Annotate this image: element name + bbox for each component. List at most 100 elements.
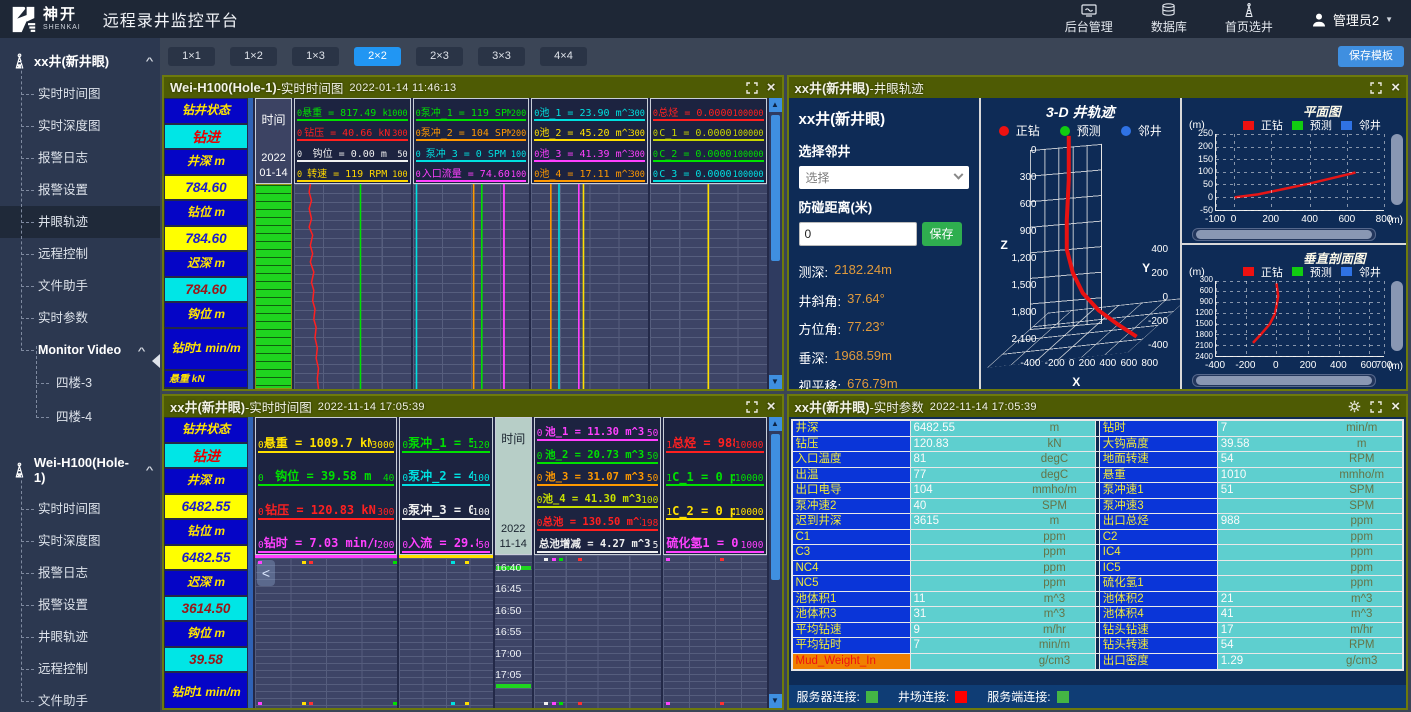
horizontal-scrollbar[interactable] <box>1192 228 1376 241</box>
close-icon[interactable]: × <box>767 399 776 414</box>
track-plot[interactable] <box>663 555 766 708</box>
track-plot[interactable] <box>650 184 767 389</box>
database-icon <box>1161 3 1176 17</box>
curve-label[interactable]: 0悬重 = 817.49 kN1000 <box>297 100 408 121</box>
sidebar-item-camera[interactable]: 四楼-3 <box>0 366 160 400</box>
time-tick: 16:40 <box>485 562 532 574</box>
nav-database[interactable]: 数据库 <box>1151 3 1187 35</box>
save-button[interactable]: 保存 <box>922 222 962 246</box>
track-plot[interactable] <box>531 184 648 389</box>
curve-label[interactable]: 0钻压 = 120.83 kN300 <box>258 486 394 520</box>
vertical-scrollbar[interactable]: ▲ ▼ <box>769 98 782 389</box>
curve-label[interactable]: 0池_1 = 23.90 m^3300 <box>534 100 645 121</box>
panel-header: xx井(新井眼) -井眼轨迹 × <box>789 77 1407 98</box>
curve-label[interactable]: 0入流 = 29.80 l/s50 <box>402 520 489 554</box>
grid-layout-button[interactable]: 1×3 <box>292 47 339 66</box>
track-plot[interactable]: < <box>255 558 397 708</box>
curve-label[interactable]: 0泵冲_1 = 119 SPM200 <box>416 100 527 121</box>
curve-label[interactable]: 0总烃 = 0.0000100000 <box>653 100 764 121</box>
curve-label[interactable]: 0转速 = 119 RPM100 <box>297 162 408 183</box>
curve-label[interactable]: 0C_3 = 0.0000100000 <box>653 162 764 183</box>
vertical-section-chart[interactable]: 垂直剖面图 (m) 正钻预测邻井 30060090012001500180021… <box>1182 245 1406 390</box>
track-plot[interactable] <box>413 184 530 389</box>
gear-icon[interactable] <box>1348 400 1361 413</box>
expand-icon[interactable] <box>1370 401 1382 413</box>
curve-label[interactable]: 0钻压 = 40.66 kN300 <box>297 121 408 142</box>
trajectory-3d-chart[interactable]: 3-D 井轨迹 正钻预测邻井 03006009001,2001,5001,800… <box>981 98 1181 389</box>
curve-label[interactable]: 0钩位 = 39.58 m40 <box>258 453 394 487</box>
curve-label[interactable]: 总池增减 = 4.27 m^35 <box>537 531 659 553</box>
parameter-label: 钻时1 min/m <box>165 673 247 708</box>
track-header: 0池_1 = 11.30 m^3500池_2 = 20.73 m^3500池_3… <box>534 417 662 555</box>
scrollbar-thumb[interactable] <box>771 434 780 580</box>
track-plot[interactable] <box>399 558 492 708</box>
horizontal-scrollbar[interactable] <box>1192 374 1376 387</box>
sidebar-item-monitor-video[interactable]: Monitor Video ^ <box>0 334 160 366</box>
curve-label[interactable]: 0入口流量 = 74.60100 <box>416 162 527 183</box>
expand-icon[interactable] <box>1370 82 1382 94</box>
vertical-scrollbar[interactable] <box>1391 134 1403 205</box>
grid-layout-button[interactable]: 1×1 <box>168 47 215 66</box>
param-value-cell: 120.83kN <box>911 437 1095 452</box>
curve-label[interactable]: 0池_2 = 45.20 m^3300 <box>534 121 645 142</box>
nav-home-well-select[interactable]: 首页选井 <box>1225 3 1273 35</box>
close-icon[interactable]: × <box>767 80 776 95</box>
curve-label[interactable]: 0总池 = 130.50 m^3198 <box>537 508 659 530</box>
scrollbar-thumb[interactable] <box>771 115 780 261</box>
track-header: 0悬重 = 817.49 kN10000钻压 = 40.66 kN3000钩位 … <box>294 98 411 184</box>
user-menu[interactable]: 管理员2 ▼ <box>1311 10 1393 29</box>
curve-label[interactable]: 0C_1 = 0.0000100000 <box>653 121 764 142</box>
vertical-scrollbar[interactable] <box>1391 281 1403 352</box>
curve-label[interactable]: 0池_3 = 41.39 m^3300 <box>534 141 645 162</box>
scroll-down-icon[interactable]: ▼ <box>769 694 782 708</box>
track-plot[interactable] <box>534 555 662 708</box>
param-value-cell: 81degC <box>911 452 1095 467</box>
save-template-button[interactable]: 保存模板 <box>1338 46 1404 67</box>
nav-backend-admin[interactable]: 后台管理 <box>1065 4 1113 35</box>
grid-layout-button[interactable]: 4×4 <box>540 47 587 66</box>
curve-label[interactable]: 硫化氢1 = 0 ppm1000 <box>666 520 763 554</box>
curve-label[interactable]: 0池_4 = 41.30 m^3100 <box>537 486 659 508</box>
sidebar-item-camera[interactable]: 四楼-4 <box>0 400 160 434</box>
offset-well-select[interactable]: 选择 <box>799 166 969 189</box>
curve-label[interactable]: 0泵冲_3 = 0 SPM100 <box>416 141 527 162</box>
sidebar-item[interactable]: 文件助手 <box>0 685 160 712</box>
close-icon[interactable]: × <box>1391 80 1400 95</box>
curve-label[interactable]: 0C_2 = 0.0000100000 <box>653 141 764 162</box>
close-icon[interactable]: × <box>1391 399 1400 414</box>
curve-label[interactable]: 0悬重 = 1009.7 kN3000 <box>258 419 394 453</box>
curve-label[interactable]: 0池_1 = 11.30 m^350 <box>537 419 659 441</box>
plan-view-chart[interactable]: 平面图 (m) 正钻预测邻井 250200150100500-50 <box>1182 98 1406 245</box>
curve-label[interactable]: 0钩位 = 0.00 m50 <box>297 141 408 162</box>
curve-label[interactable]: 1C_2 = 0 ppm10000 <box>666 486 763 520</box>
track-gas: 1总烃 = 988 ppm100001C_1 = 0 ppm100001C_2 … <box>663 417 766 708</box>
grid-layout-button[interactable]: 2×2 <box>354 47 401 66</box>
expand-icon[interactable] <box>746 401 758 413</box>
grid-layout-button[interactable]: 1×2 <box>230 47 277 66</box>
curve-label[interactable]: 0钻时 = 7.03 min/m200 <box>258 520 394 554</box>
curve-label[interactable]: 0池_3 = 31.07 m^350 <box>537 464 659 486</box>
grid-layout-button[interactable]: 2×3 <box>416 47 463 66</box>
brand-logo: 神开 SHENKAI <box>10 6 81 33</box>
curve-label[interactable]: 0池_2 = 20.73 m^350 <box>537 441 659 463</box>
curve-label[interactable]: 0泵冲_2 = 104 SPM200 <box>416 121 527 142</box>
connection-status-item: 服务端连接: <box>987 688 1068 705</box>
curve-label[interactable]: 0泵冲_2 = 40 SPM100 <box>402 453 489 487</box>
expand-icon[interactable] <box>746 82 758 94</box>
anti-collision-distance-label: 防碰距离(米) <box>799 197 969 216</box>
param-name: 平均钻时 <box>793 638 911 653</box>
curve-label[interactable]: 0泵冲_1 = 51 SPM120 <box>402 419 489 453</box>
curve-label[interactable]: 1总烃 = 988 ppm10000 <box>666 419 763 453</box>
scroll-up-icon[interactable]: ▲ <box>769 417 782 431</box>
sidebar-collapse-handle[interactable] <box>145 354 160 368</box>
grid-layout-button[interactable]: 3×3 <box>478 47 525 66</box>
curve-label[interactable]: 0池_4 = 17.11 m^3300 <box>534 162 645 183</box>
curve-label[interactable]: 0泵冲_3 = 0 SPM100 <box>402 486 489 520</box>
track-plot[interactable] <box>294 184 411 389</box>
anti-collision-distance-input[interactable] <box>799 222 917 246</box>
scroll-up-icon[interactable]: ▲ <box>769 98 782 112</box>
vertical-scrollbar[interactable]: ▲ ▼ <box>769 417 782 708</box>
scroll-down-icon[interactable]: ▼ <box>769 375 782 389</box>
curve-label[interactable]: 1C_1 = 0 ppm10000 <box>666 453 763 487</box>
track-drilling: 0悬重 = 817.49 kN10000钻压 = 40.66 kN3000钩位 … <box>294 98 411 389</box>
